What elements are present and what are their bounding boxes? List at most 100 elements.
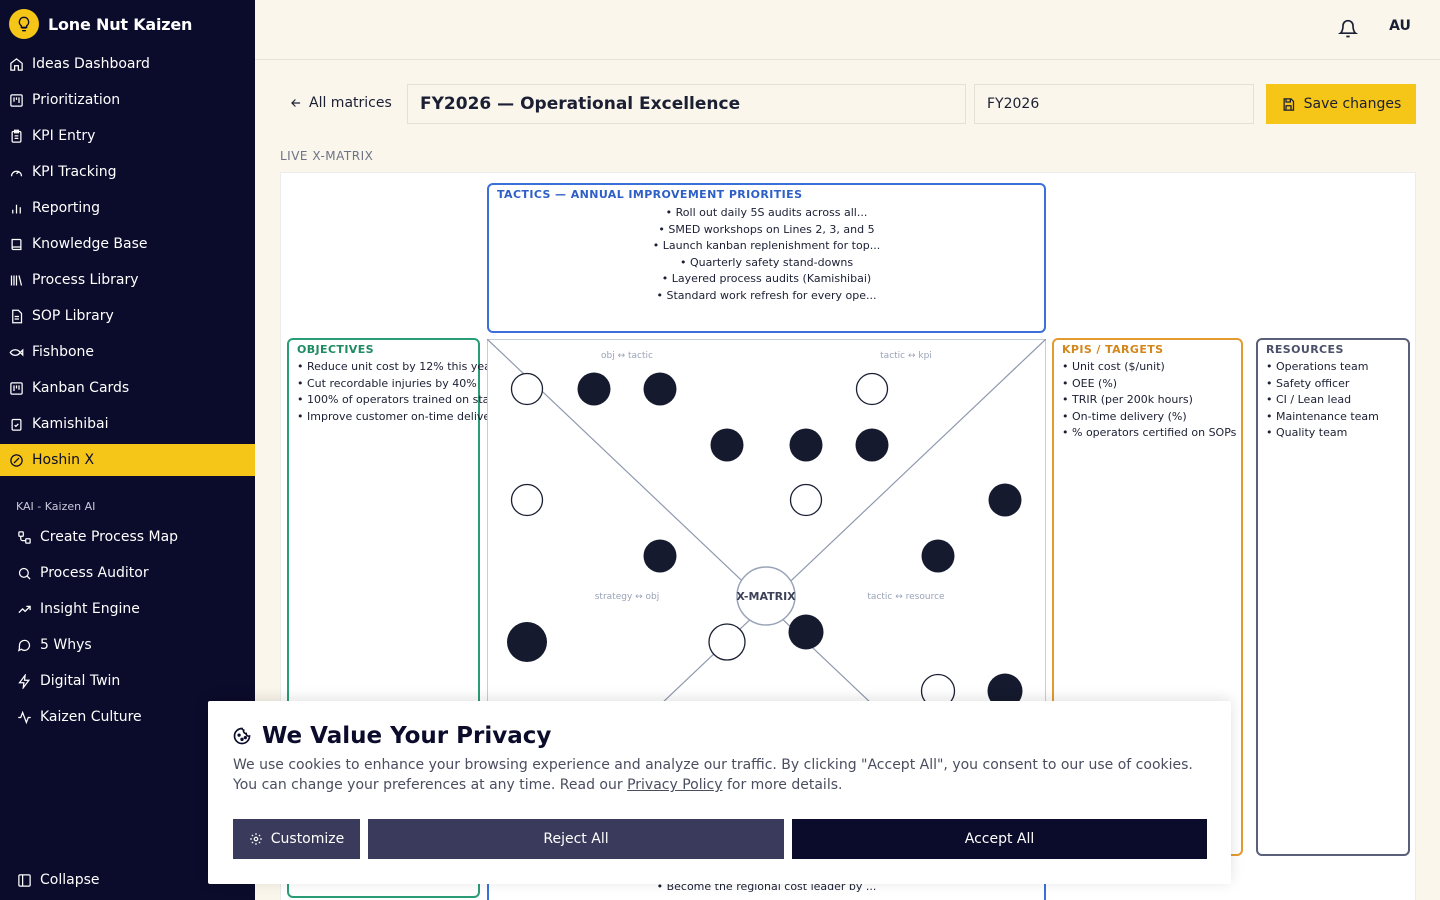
cookie-description: We use cookies to enhance your browsing … bbox=[233, 757, 1193, 793]
resource-item[interactable]: • Safety officer bbox=[1266, 376, 1408, 393]
correlation-weak bbox=[708, 623, 746, 661]
sidebar-item-label: Fishbone bbox=[32, 344, 95, 360]
sidebar-item-create-process-map[interactable]: Create Process Map bbox=[0, 521, 255, 553]
kpi-item[interactable]: • TRIR (per 200k hours) bbox=[1062, 392, 1241, 409]
board-icon bbox=[10, 93, 23, 107]
objectives-list: • Reduce unit cost by 12% this year • Cu… bbox=[289, 359, 521, 426]
gear-icon bbox=[249, 833, 262, 845]
sidebar-item-label: Create Process Map bbox=[40, 529, 179, 545]
correlation-weak bbox=[855, 372, 889, 406]
correlation-weak bbox=[789, 483, 823, 517]
bell-icon[interactable] bbox=[1338, 19, 1358, 39]
sidebar-item-ideas-dashboard[interactable]: Ideas Dashboard bbox=[0, 48, 255, 80]
resources-box[interactable]: RESOURCES • Operations team • Safety off… bbox=[1256, 338, 1410, 856]
sidebar-item-kanban-cards[interactable]: Kanban Cards bbox=[0, 372, 255, 404]
back-to-all-matrices-link[interactable]: All matrices bbox=[289, 95, 392, 111]
ai-section-label: KAI - Kaizen AI bbox=[16, 500, 96, 513]
document-icon bbox=[12, 309, 23, 323]
sidebar-item-hoshin-x[interactable]: Hoshin X bbox=[0, 444, 255, 476]
workflow-icon bbox=[18, 530, 31, 544]
sidebar-item-kpi-tracking[interactable]: KPI Tracking bbox=[0, 156, 255, 188]
tactics-list: • Roll out daily 5S audits across all...… bbox=[489, 205, 1044, 305]
tactic-item[interactable]: • Quarterly safety stand-downs bbox=[489, 255, 1044, 272]
trend-icon bbox=[18, 605, 31, 613]
save-changes-button[interactable]: Save changes bbox=[1266, 84, 1416, 124]
customize-button[interactable]: Customize bbox=[233, 819, 360, 859]
save-icon bbox=[1283, 97, 1294, 111]
sidebar-item-process-auditor[interactable]: Process Auditor bbox=[0, 557, 255, 589]
sidebar-item-label: Ideas Dashboard bbox=[32, 56, 150, 72]
sidebar-item-kamishibai[interactable]: Kamishibai bbox=[0, 408, 255, 440]
cookie-icon bbox=[233, 727, 251, 745]
objective-item[interactable]: • 100% of operators trained on standa... bbox=[297, 392, 521, 409]
sidebar-item-label: Insight Engine bbox=[40, 601, 140, 617]
sidebar-item-knowledge-base[interactable]: Knowledge Base bbox=[0, 228, 255, 260]
tactic-item[interactable]: • SMED workshops on Lines 2, 3, and 5 bbox=[489, 222, 1044, 239]
kpi-item[interactable]: • OEE (%) bbox=[1062, 376, 1241, 393]
sidebar-collapse-icon bbox=[18, 873, 31, 887]
correlation-strong bbox=[577, 372, 611, 406]
sidebar-item-prioritization[interactable]: Prioritization bbox=[0, 84, 255, 116]
sidebar-item-fishbone[interactable]: Fishbone bbox=[0, 336, 255, 368]
kpi-item[interactable]: • Unit cost ($/unit) bbox=[1062, 359, 1241, 376]
kanban-icon bbox=[10, 381, 23, 395]
cookie-title: We Value Your Privacy bbox=[232, 723, 551, 749]
collapse-label: Collapse bbox=[40, 872, 100, 888]
back-label: All matrices bbox=[309, 95, 392, 111]
kpi-item[interactable]: • % operators certified on SOPs bbox=[1062, 425, 1241, 442]
live-x-matrix-label: LIVE X-MATRIX bbox=[280, 149, 374, 163]
sidebar-item-label: 5 Whys bbox=[40, 637, 92, 653]
brand[interactable]: Lone Nut Kaizen bbox=[0, 0, 255, 48]
correlation-strong bbox=[643, 539, 677, 573]
resource-item[interactable]: • Operations team bbox=[1266, 359, 1408, 376]
bolt-icon bbox=[18, 673, 31, 689]
collapse-button[interactable]: Collapse bbox=[17, 872, 100, 888]
tactic-item[interactable]: • Layered process audits (Kamishibai) bbox=[489, 271, 1044, 288]
correlation-strong bbox=[988, 483, 1022, 517]
clipboard-icon bbox=[11, 129, 22, 143]
privacy-policy-link[interactable]: Privacy Policy bbox=[627, 777, 722, 793]
checklist-icon bbox=[11, 418, 22, 431]
sidebar-item-5-whys[interactable]: 5 Whys bbox=[0, 629, 255, 661]
sidebar-item-insight-engine[interactable]: Insight Engine bbox=[0, 593, 255, 625]
tactic-item[interactable]: • Standard work refresh for every ope... bbox=[489, 288, 1044, 305]
tactics-box[interactable]: TACTICS — ANNUAL IMPROVEMENT PRIORITIES … bbox=[487, 183, 1046, 333]
sidebar-item-label: Prioritization bbox=[32, 92, 121, 108]
sidebar-item-label: KPI Tracking bbox=[32, 164, 117, 180]
kpi-item[interactable]: • On-time delivery (%) bbox=[1062, 409, 1241, 426]
chat-icon bbox=[17, 639, 31, 652]
sidebar-item-sop-library[interactable]: SOP Library bbox=[0, 300, 255, 332]
sidebar-item-digital-twin[interactable]: Digital Twin bbox=[0, 665, 255, 697]
sidebar-nav: Ideas Dashboard Prioritization KPI Entry… bbox=[0, 48, 255, 476]
fish-icon bbox=[9, 347, 24, 357]
save-label: Save changes bbox=[1303, 96, 1402, 112]
sidebar-item-label: Process Library bbox=[32, 272, 139, 288]
objective-item[interactable]: • Improve customer on-time delivery t... bbox=[297, 409, 520, 426]
quadrant-label-top-right: tactic ↔ kpi bbox=[880, 351, 932, 361]
reject-all-button[interactable]: Reject All bbox=[368, 819, 784, 859]
objective-item[interactable]: • Cut recordable injuries by 40% bbox=[297, 376, 478, 393]
fiscal-year-input[interactable] bbox=[974, 84, 1254, 124]
correlation-strong bbox=[710, 428, 744, 462]
resource-item[interactable]: • CI / Lean lead bbox=[1266, 392, 1408, 409]
tactic-item[interactable]: • Launch kanban replenishment for top... bbox=[489, 238, 1044, 255]
app-name: Lone Nut Kaizen bbox=[48, 14, 193, 34]
correlation-strong bbox=[855, 428, 889, 462]
tactic-item[interactable]: • Roll out daily 5S audits across all... bbox=[489, 205, 1044, 222]
matrix-title-input[interactable] bbox=[407, 84, 966, 124]
book-icon bbox=[11, 238, 22, 250]
sidebar-item-kpi-entry[interactable]: KPI Entry bbox=[0, 120, 255, 152]
sidebar-item-reporting[interactable]: Reporting bbox=[0, 192, 255, 224]
accept-all-button[interactable]: Accept All bbox=[792, 819, 1207, 859]
correlation-strong bbox=[507, 622, 547, 662]
resource-item[interactable]: • Quality team bbox=[1266, 425, 1408, 442]
avatar[interactable]: AU bbox=[1382, 10, 1418, 42]
kpis-list: • Unit cost ($/unit) • OEE (%) • TRIR (p… bbox=[1054, 359, 1241, 442]
sidebar-item-process-library[interactable]: Process Library bbox=[0, 264, 255, 296]
sidebar-item-label: Kamishibai bbox=[32, 416, 109, 432]
resource-item[interactable]: • Maintenance team bbox=[1266, 409, 1408, 426]
correlation-weak bbox=[510, 483, 544, 517]
correlation-strong bbox=[788, 614, 824, 650]
objective-item[interactable]: • Reduce unit cost by 12% this year bbox=[297, 359, 495, 376]
library-icon bbox=[10, 274, 23, 286]
